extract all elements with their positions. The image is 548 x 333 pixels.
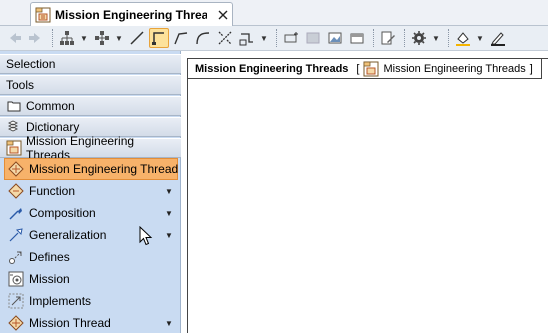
tool-composition[interactable]: Composition ▼	[0, 202, 181, 224]
composition-icon	[8, 205, 24, 221]
palette-group-selection[interactable]: Selection	[0, 54, 181, 74]
mission-icon	[8, 271, 24, 287]
mission-thread-icon	[8, 315, 24, 331]
frame-bracket-close: ]	[529, 62, 533, 75]
mission-thread-diagram-icon	[363, 61, 379, 77]
tool-defines[interactable]: Defines	[0, 246, 181, 268]
layout-dropdown-icon[interactable]: ▼	[79, 28, 89, 48]
mission-thread-icon	[8, 161, 24, 177]
tool-label: Composition	[29, 206, 96, 220]
diagram-canvas[interactable]: Mission Engineering Threads [ Mission En…	[182, 51, 548, 333]
generalization-icon	[8, 227, 24, 243]
tab-title: Mission Engineering Threa	[55, 7, 207, 22]
insert-shape-icon[interactable]	[281, 28, 301, 48]
palette-group-label: Common	[26, 99, 75, 113]
tool-label: Defines	[29, 250, 70, 264]
image-icon[interactable]	[325, 28, 345, 48]
function-icon	[8, 183, 24, 199]
frame-name: Mission Engineering Threads	[195, 62, 349, 75]
tool-label: Implements	[29, 294, 92, 308]
diagram-frame[interactable]: Mission Engineering Threads [ Mission En…	[187, 58, 548, 333]
frame-icon[interactable]	[347, 28, 367, 48]
back-icon[interactable]	[4, 28, 24, 48]
diagram-palette: Selection Tools Common Dictionary Missio…	[0, 51, 181, 333]
layout2-dropdown-icon[interactable]: ▼	[114, 28, 124, 48]
toolbar-separator	[52, 29, 53, 47]
tool-mission[interactable]: Mission	[0, 268, 181, 290]
close-icon[interactable]	[215, 7, 231, 23]
rectilinear-path-icon[interactable]	[149, 28, 169, 48]
path-dropdown-icon[interactable]: ▼	[259, 28, 269, 48]
layout-icon[interactable]	[92, 28, 112, 48]
tool-label: Mission Engineering Thread	[29, 162, 179, 176]
diagram-tab[interactable]: Mission Engineering Threa	[30, 2, 233, 26]
palette-group-label: Dictionary	[26, 120, 80, 134]
forward-icon[interactable]	[26, 28, 46, 48]
defines-icon	[8, 249, 24, 265]
tool-label: Mission	[29, 272, 70, 286]
expand-arrow-icon[interactable]: ▼	[165, 187, 175, 196]
toolbar-separator	[373, 29, 374, 47]
line-style-icon[interactable]	[127, 28, 147, 48]
diagram-toolbar: ▼ ▼ ▼ ▼ ▼	[0, 26, 548, 51]
route-path-icon[interactable]	[237, 28, 257, 48]
palette-group-label: Tools	[6, 78, 35, 92]
toolbar-separator	[404, 29, 405, 47]
tool-label: Function	[29, 184, 76, 198]
expand-arrow-icon[interactable]: ▼	[165, 231, 175, 240]
folder-icon	[6, 98, 22, 114]
palette-group-label: Selection	[6, 57, 56, 71]
tool-function[interactable]: Function ▼	[0, 180, 181, 202]
bezier-path-icon[interactable]	[193, 28, 213, 48]
expand-arrow-icon[interactable]: ▼	[165, 319, 175, 328]
palette-group-mission-engineering-threads[interactable]: Mission Engineering Threads	[0, 134, 181, 162]
tool-label: Mission Thread	[29, 316, 111, 330]
mission-thread-diagram-icon	[35, 7, 51, 23]
split-path-icon[interactable]	[215, 28, 235, 48]
pen-icon[interactable]	[488, 28, 508, 48]
fill-icon[interactable]	[303, 28, 323, 48]
tool-mission-engineering-thread[interactable]: Mission Engineering Thread	[4, 158, 178, 180]
frame-type: Mission Engineering Threads	[383, 62, 526, 75]
expand-arrow-icon[interactable]: ▼	[165, 209, 175, 218]
toolbar-separator	[448, 29, 449, 47]
fill-color-icon[interactable]	[453, 28, 473, 48]
edit-icon[interactable]	[378, 28, 398, 48]
implements-icon	[8, 293, 24, 309]
toolbar-separator	[276, 29, 277, 47]
palette-group-tools[interactable]: Tools	[0, 75, 181, 95]
tool-mission-thread[interactable]: Mission Thread ▼	[0, 312, 181, 333]
frame-header[interactable]: Mission Engineering Threads [ Mission En…	[188, 59, 542, 79]
dictionary-icon	[6, 119, 22, 135]
mouse-cursor-icon	[139, 226, 153, 246]
mission-thread-diagram-icon	[6, 140, 22, 156]
tool-implements[interactable]: Implements	[0, 290, 181, 312]
settings-icon[interactable]	[409, 28, 429, 48]
palette-group-common[interactable]: Common	[0, 96, 181, 116]
oblique-path-icon[interactable]	[171, 28, 191, 48]
fill-color-dropdown-icon[interactable]: ▼	[475, 28, 485, 48]
editor-tab-bar: Mission Engineering Threa	[0, 0, 548, 26]
tool-generalization[interactable]: Generalization ▼	[0, 224, 181, 246]
settings-dropdown-icon[interactable]: ▼	[431, 28, 441, 48]
frame-bracket-open: [	[356, 62, 360, 75]
layout-tree-icon[interactable]	[57, 28, 77, 48]
